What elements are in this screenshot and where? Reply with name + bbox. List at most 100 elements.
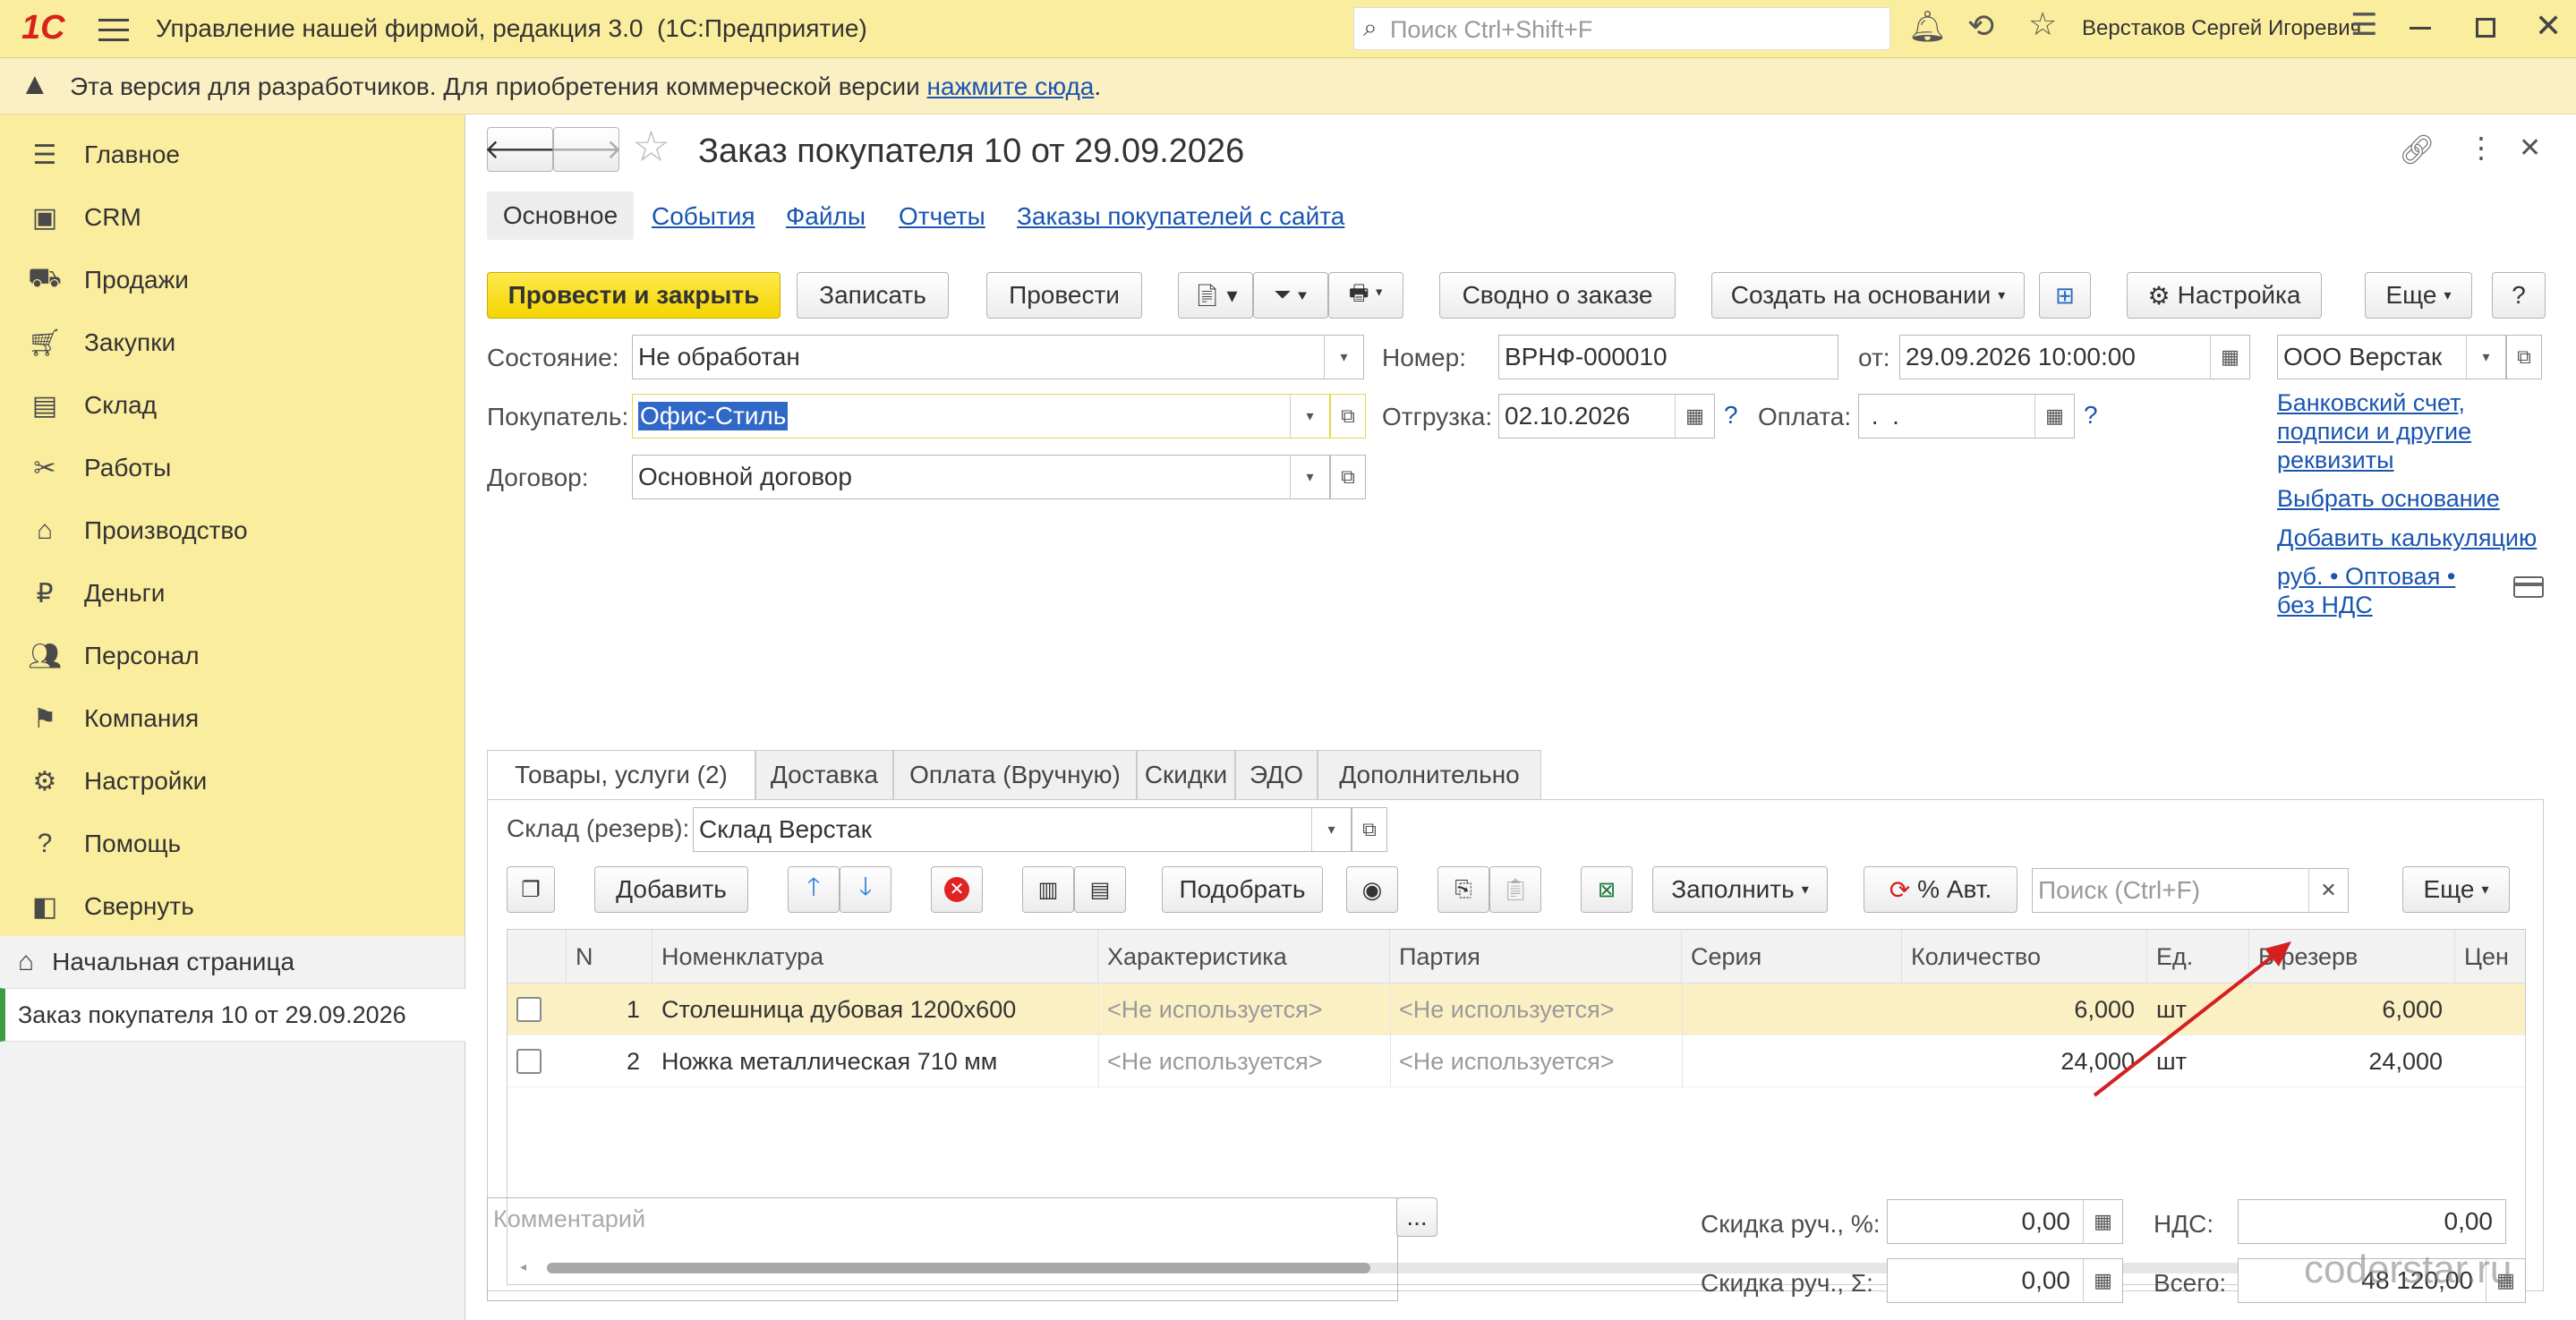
shipment-date-field[interactable]: 02.10.2026 ▦ (1498, 394, 1715, 439)
close-form-icon[interactable]: ✕ (2519, 132, 2541, 164)
tab-payment[interactable]: Оплата (Вручную) (893, 750, 1137, 800)
comment-expand-button[interactable]: ... (1396, 1197, 1437, 1237)
calendar-icon[interactable]: ▦ (2034, 395, 2074, 438)
comment-field[interactable]: Комментарий (487, 1197, 1398, 1301)
payment-date-field[interactable]: . . ▦ (1858, 394, 2075, 439)
report-dropdown-button[interactable]: 📄︎ ▾ (1178, 272, 1253, 319)
organization-field[interactable]: ООО Верстак ▾ (2277, 335, 2506, 379)
nav-tab-reports[interactable]: Отчеты (899, 202, 985, 231)
tab-additional[interactable]: Дополнительно (1318, 750, 1541, 800)
payment-help-link[interactable]: ? (2084, 401, 2098, 430)
sidebar-item[interactable]: ✂ Работы (0, 437, 465, 499)
customer-field[interactable]: Офис-Стиль ▾ (632, 394, 1330, 439)
open-organization-button[interactable]: ⧉ (2506, 335, 2542, 379)
card-icon[interactable] (2513, 576, 2544, 598)
paste-lines-button[interactable]: 📋︎ (1489, 866, 1541, 913)
forward-button[interactable]: 🡒 (550, 127, 622, 172)
add-row-button[interactable]: Добавить (594, 866, 748, 913)
close-window-icon[interactable]: ✕ (2535, 7, 2562, 45)
maximize-icon[interactable] (2476, 18, 2495, 38)
sidebar-item[interactable]: ⚑ Компания (0, 687, 465, 750)
sidebar-item[interactable]: ☰ Главное (0, 123, 465, 186)
row-checkbox[interactable] (516, 1049, 542, 1074)
view-button[interactable]: ◉ (1346, 866, 1398, 913)
add-calculation-link[interactable]: Добавить калькуляцию (2277, 524, 2537, 552)
shipment-help-link[interactable]: ? (1724, 401, 1738, 430)
number-field[interactable]: ВРНФ-000010 (1498, 335, 1838, 379)
main-menu-icon[interactable] (98, 16, 129, 41)
print-dropdown-button[interactable]: 🖶 ▾ (1328, 272, 1403, 319)
delete-row-button[interactable]: ✕ (931, 866, 983, 913)
more-vertical-icon[interactable]: ⋮ (2467, 131, 2495, 165)
back-button[interactable]: 🡐 (484, 127, 556, 172)
tab-goods[interactable]: Товары, услуги (2) (487, 750, 755, 800)
favorites-star-icon[interactable]: ☆ (2028, 5, 2057, 43)
open-contract-button[interactable]: ⧉ (1330, 455, 1366, 499)
move-up-button[interactable]: 🡑 (788, 866, 840, 913)
header-batch[interactable]: Партия (1390, 930, 1682, 984)
help-button[interactable]: ? (2492, 272, 2546, 319)
header-characteristic[interactable]: Характеристика (1098, 930, 1390, 984)
tab-discounts[interactable]: Скидки (1137, 750, 1235, 800)
settings-button[interactable]: ⚙ Настройка (2127, 272, 2322, 319)
row-checkbox[interactable] (516, 997, 542, 1022)
more-button[interactable]: Еще ▾ (2365, 272, 2472, 319)
scanner-button[interactable]: ▤ (1074, 866, 1126, 913)
auto-discount-button[interactable]: ⟳% Авт. (1864, 866, 2017, 913)
bank-account-link[interactable]: Банковский счет, подписи и другие реквиз… (2277, 388, 2510, 474)
order-summary-button[interactable]: Сводно о заказе (1439, 272, 1676, 319)
copy-row-button[interactable]: ❐ (507, 866, 555, 913)
state-field[interactable]: Не обработан ▾ (632, 335, 1364, 379)
dropdown-arrow-icon[interactable]: ▾ (1290, 456, 1329, 498)
nav-tab-files[interactable]: Файлы (786, 202, 866, 231)
calculator-icon[interactable]: ▦ (2083, 1200, 2122, 1243)
save-button[interactable]: Записать (797, 272, 949, 319)
warehouse-field[interactable]: Склад Верстак ▾ (693, 807, 1352, 852)
price-type-link[interactable]: руб. • Оптовая • без НДС (2277, 562, 2483, 619)
structure-button[interactable]: ⊞ (2039, 272, 2091, 319)
move-down-button[interactable]: 🡓 (840, 866, 891, 913)
sidebar-item[interactable]: ⛟ Продажи (0, 249, 465, 311)
bell-icon[interactable]: 🔔︎ (1908, 9, 1947, 45)
home-page-item[interactable]: ⌂ Начальная страница (0, 936, 465, 988)
date-field[interactable]: 29.09.2026 10:00:00 ▦ (1899, 335, 2250, 379)
contract-field[interactable]: Основной договор ▾ (632, 455, 1330, 499)
pick-button[interactable]: Подобрать (1162, 866, 1323, 913)
sidebar-item[interactable]: 👥︎ Персонал (0, 625, 465, 687)
nav-tab-site-orders[interactable]: Заказы покупателей с сайта (1017, 202, 1344, 231)
sidebar-item[interactable]: ◧ Свернуть (0, 875, 465, 938)
copy-lines-button[interactable]: ⎘ (1437, 866, 1489, 913)
header-n[interactable]: N (567, 930, 653, 984)
tab-edo[interactable]: ЭДО (1235, 750, 1318, 800)
clear-search-icon[interactable]: ✕ (2308, 869, 2348, 912)
barcode-button[interactable]: ▥ (1022, 866, 1074, 913)
post-and-close-button[interactable]: Провести и закрыть (487, 272, 780, 319)
settings-lines-icon[interactable]: ☰ (2350, 7, 2377, 43)
discount-sum-field[interactable]: 0,00 ▦ (1887, 1258, 2123, 1303)
sidebar-item[interactable]: ▤ Склад (0, 374, 465, 437)
header-series[interactable]: Серия (1682, 930, 1902, 984)
nav-tab-events[interactable]: События (652, 202, 755, 231)
discount-percent-field[interactable]: 0,00 ▦ (1887, 1199, 2123, 1244)
global-search-input[interactable]: ⌕ Поиск Ctrl+Shift+F (1353, 7, 1890, 50)
fill-button[interactable]: Заполнить ▾ (1652, 866, 1828, 913)
header-item[interactable]: Номенклатура (653, 930, 1098, 984)
sidebar-item[interactable]: ? Помощь (0, 813, 465, 875)
dropdown-arrow-icon[interactable]: ▾ (1311, 808, 1351, 851)
sidebar-item[interactable]: 🛒︎ Закупки (0, 311, 465, 374)
dropdown-arrow-icon[interactable]: ▾ (1324, 336, 1363, 379)
tab-delivery[interactable]: Доставка (755, 750, 893, 800)
excel-button[interactable]: ⊠ (1581, 866, 1633, 913)
nav-tab-main[interactable]: Основное (487, 192, 634, 240)
warning-link[interactable]: нажмите сюда (927, 72, 1095, 100)
calculator-icon[interactable]: ▦ (2083, 1259, 2122, 1302)
sidebar-item[interactable]: ▣ CRM (0, 186, 465, 249)
sidebar-item[interactable]: ⌂ Производство (0, 499, 465, 562)
open-customer-button[interactable]: ⧉ (1330, 394, 1366, 439)
history-icon[interactable]: ⟲ (1967, 7, 1994, 45)
app-logo[interactable]: 1С (21, 9, 65, 47)
calendar-icon[interactable]: ▦ (2210, 336, 2249, 379)
table-more-button[interactable]: Еще ▾ (2402, 866, 2510, 913)
dropdown-arrow-icon[interactable]: ▾ (1290, 395, 1329, 438)
choose-base-link[interactable]: Выбрать основание (2277, 485, 2500, 513)
